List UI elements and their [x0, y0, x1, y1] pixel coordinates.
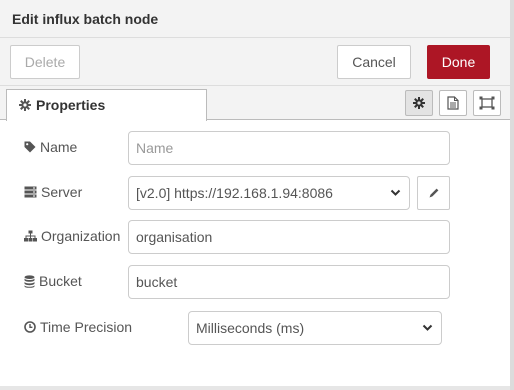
clock-icon: [24, 321, 36, 333]
pencil-icon: [429, 188, 438, 198]
tab-properties-label: Properties: [36, 97, 106, 113]
chevron-down-icon: [390, 189, 401, 196]
form-row-time-precision: Time Precision Milliseconds (ms): [0, 311, 514, 345]
form-row-bucket: Bucket bucket: [0, 265, 514, 299]
frame-icon: [479, 96, 495, 110]
done-button[interactable]: Done: [427, 45, 490, 79]
server-label: Server: [24, 184, 82, 200]
sitemap-icon: [24, 230, 37, 242]
server-select-value: [v2.0] https://192.168.1.94:8086: [136, 185, 333, 201]
form-row-server: Server [v2.0] https://192.168.1.94:8086: [0, 176, 514, 210]
time-precision-select[interactable]: Milliseconds (ms): [188, 311, 442, 345]
time-precision-select-value: Milliseconds (ms): [196, 320, 305, 336]
organization-label: Organization: [24, 228, 120, 244]
database-icon: [24, 274, 35, 288]
organization-field[interactable]: organisation: [128, 220, 450, 254]
tabs-row: Properties: [0, 86, 514, 121]
cancel-button[interactable]: Cancel: [337, 45, 411, 79]
gear-icon: [413, 97, 425, 109]
name-field[interactable]: Name: [128, 131, 450, 165]
tab-settings[interactable]: [405, 90, 433, 116]
document-icon: [447, 96, 459, 110]
form-row-name: Name Name: [0, 131, 514, 165]
form-row-organization: Organization organisation: [0, 220, 514, 254]
name-label: Name: [24, 139, 77, 155]
server-icon: [24, 186, 37, 198]
server-select[interactable]: [v2.0] https://192.168.1.94:8086: [128, 176, 410, 210]
tray-header: Edit influx batch node: [0, 0, 514, 38]
bottom-edge: [0, 386, 514, 390]
chevron-down-icon: [422, 324, 433, 331]
tab-description[interactable]: [439, 90, 467, 116]
gear-icon: [19, 99, 31, 111]
tag-icon: [24, 141, 36, 153]
time-precision-label: Time Precision: [24, 319, 132, 335]
bucket-field[interactable]: bucket: [128, 265, 450, 299]
tray-title: Edit influx batch node: [12, 11, 159, 27]
tray-toolbar: Delete Cancel Done: [0, 38, 514, 86]
tab-properties[interactable]: Properties: [6, 89, 207, 121]
delete-button[interactable]: Delete: [10, 45, 80, 79]
tab-appearance[interactable]: [473, 90, 501, 116]
edit-server-button[interactable]: [417, 176, 450, 210]
scrollbar-track[interactable]: [510, 0, 514, 390]
bucket-label: Bucket: [24, 273, 82, 289]
